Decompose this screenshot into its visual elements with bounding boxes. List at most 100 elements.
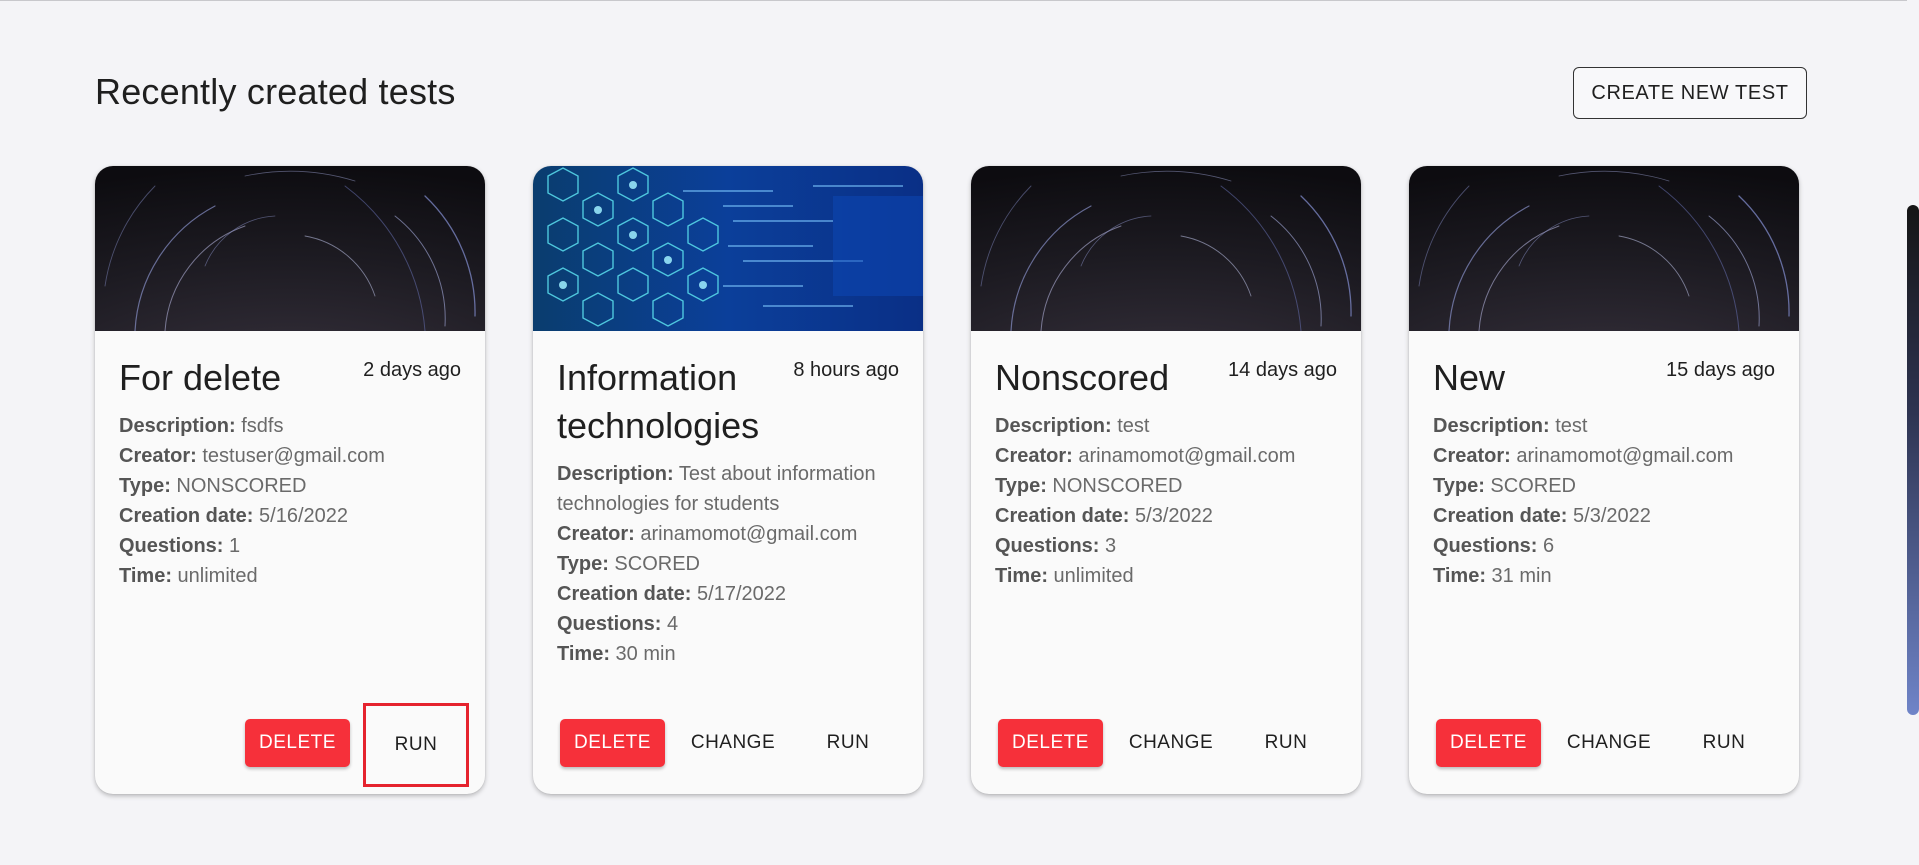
time-value: unlimited: [177, 565, 258, 587]
run-button[interactable]: RUN: [363, 703, 469, 787]
delete-button[interactable]: DELETE: [560, 719, 665, 767]
time-value: 31 min: [1491, 565, 1552, 587]
time-value: unlimited: [1053, 565, 1134, 587]
change-button[interactable]: CHANGE: [1554, 719, 1664, 767]
creator-label: Creator:: [1433, 445, 1511, 467]
description-value: fsdfs: [241, 415, 284, 437]
page: Recently created tests CREATE NEW TEST F…: [0, 0, 1919, 865]
delete-button[interactable]: DELETE: [998, 719, 1103, 767]
type-row: Type: SCORED: [557, 549, 907, 579]
creator-value: arinamomot@gmail.com: [1078, 445, 1296, 467]
delete-button[interactable]: DELETE: [245, 719, 350, 767]
creation-date-label: Creation date:: [995, 505, 1130, 527]
type-row: Type: NONSCORED: [119, 471, 469, 501]
creator-label: Creator:: [119, 445, 197, 467]
run-button[interactable]: RUN: [1674, 719, 1774, 767]
description-row: Description: test: [1433, 411, 1783, 441]
time-row: Time: unlimited: [995, 561, 1345, 591]
time-row: Time: 30 min: [557, 639, 907, 669]
creation-date-value: 5/16/2022: [259, 505, 349, 527]
change-button[interactable]: CHANGE: [678, 719, 788, 767]
creation-date-value: 5/17/2022: [697, 583, 787, 605]
description-row: Description: test: [995, 411, 1345, 441]
time-label: Time:: [557, 643, 610, 665]
card-details: Description: Test about information tech…: [557, 459, 907, 669]
questions-label: Questions:: [557, 613, 662, 635]
type-label: Type:: [1433, 475, 1485, 497]
creation-date-value: 5/3/2022: [1573, 505, 1651, 527]
run-button[interactable]: RUN: [1236, 719, 1336, 767]
card-title: New: [1433, 357, 1506, 398]
type-value: SCORED: [614, 553, 700, 575]
type-row: Type: NONSCORED: [995, 471, 1345, 501]
type-label: Type:: [557, 553, 609, 575]
creation-date-row: Creation date: 5/17/2022: [557, 579, 907, 609]
time-label: Time:: [119, 565, 172, 587]
scrollbar-thumb[interactable]: [1907, 205, 1919, 715]
card-cover-image: [971, 166, 1361, 331]
type-label: Type:: [995, 475, 1047, 497]
time-label: Time:: [1433, 565, 1486, 587]
card-cover-image: [1409, 166, 1799, 331]
creator-row: Creator: arinamomot@gmail.com: [557, 519, 907, 549]
card-details: Description: fsdfs Creator: testuser@gma…: [119, 411, 469, 591]
card-details: Description: test Creator: arinamomot@gm…: [995, 411, 1345, 591]
creator-row: Creator: arinamomot@gmail.com: [1433, 441, 1783, 471]
time-row: Time: 31 min: [1433, 561, 1783, 591]
questions-label: Questions:: [119, 535, 224, 557]
description-label: Description:: [557, 463, 674, 485]
run-button[interactable]: RUN: [798, 719, 898, 767]
questions-row: Questions: 4: [557, 609, 907, 639]
type-value: NONSCORED: [1052, 475, 1183, 497]
description-value: test: [1555, 415, 1588, 437]
test-card-list: For delete 2 days ago Description: fsdfs…: [95, 166, 1815, 796]
creator-row: Creator: arinamomot@gmail.com: [995, 441, 1345, 471]
change-button[interactable]: CHANGE: [1116, 719, 1226, 767]
description-value: test: [1117, 415, 1150, 437]
creator-label: Creator:: [995, 445, 1073, 467]
creation-date-row: Creation date: 5/3/2022: [1433, 501, 1783, 531]
creation-date-value: 5/3/2022: [1135, 505, 1213, 527]
creator-value: testuser@gmail.com: [202, 445, 385, 467]
questions-value: 6: [1543, 535, 1555, 557]
card-cover-image: [533, 166, 923, 331]
description-label: Description:: [995, 415, 1112, 437]
page-title: Recently created tests: [95, 71, 456, 112]
type-value: SCORED: [1490, 475, 1576, 497]
creation-date-label: Creation date:: [119, 505, 254, 527]
questions-label: Questions:: [995, 535, 1100, 557]
card-title: For delete: [119, 357, 282, 398]
questions-value: 3: [1105, 535, 1117, 557]
time-value: 30 min: [615, 643, 676, 665]
creator-value: arinamomot@gmail.com: [1516, 445, 1734, 467]
type-value: NONSCORED: [176, 475, 307, 497]
description-row: Description: Test about information tech…: [557, 459, 907, 519]
test-card: New 15 days ago Description: test Creato…: [1409, 166, 1799, 794]
questions-label: Questions:: [1433, 535, 1538, 557]
description-label: Description:: [1433, 415, 1550, 437]
header: Recently created tests CREATE NEW TEST: [95, 67, 1807, 121]
test-card: For delete 2 days ago Description: fsdfs…: [95, 166, 485, 794]
type-row: Type: SCORED: [1433, 471, 1783, 501]
card-cover-image: [95, 166, 485, 331]
delete-button[interactable]: DELETE: [1436, 719, 1541, 767]
description-row: Description: fsdfs: [119, 411, 469, 441]
time-row: Time: unlimited: [119, 561, 469, 591]
time-label: Time:: [995, 565, 1048, 587]
questions-row: Questions: 1: [119, 531, 469, 561]
creator-row: Creator: testuser@gmail.com: [119, 441, 469, 471]
card-created-ago: 8 hours ago: [793, 359, 899, 381]
questions-row: Questions: 3: [995, 531, 1345, 561]
questions-value: 1: [229, 535, 241, 557]
questions-value: 4: [667, 613, 679, 635]
create-new-test-button[interactable]: CREATE NEW TEST: [1573, 67, 1807, 119]
card-title: Nonscored: [995, 357, 1170, 398]
card-created-ago: 14 days ago: [1228, 359, 1337, 381]
creation-date-row: Creation date: 5/16/2022: [119, 501, 469, 531]
creation-date-label: Creation date:: [557, 583, 692, 605]
questions-row: Questions: 6: [1433, 531, 1783, 561]
test-card: Information technologies 8 hours ago Des…: [533, 166, 923, 794]
description-label: Description:: [119, 415, 236, 437]
creator-value: arinamomot@gmail.com: [640, 523, 858, 545]
creator-label: Creator:: [557, 523, 635, 545]
